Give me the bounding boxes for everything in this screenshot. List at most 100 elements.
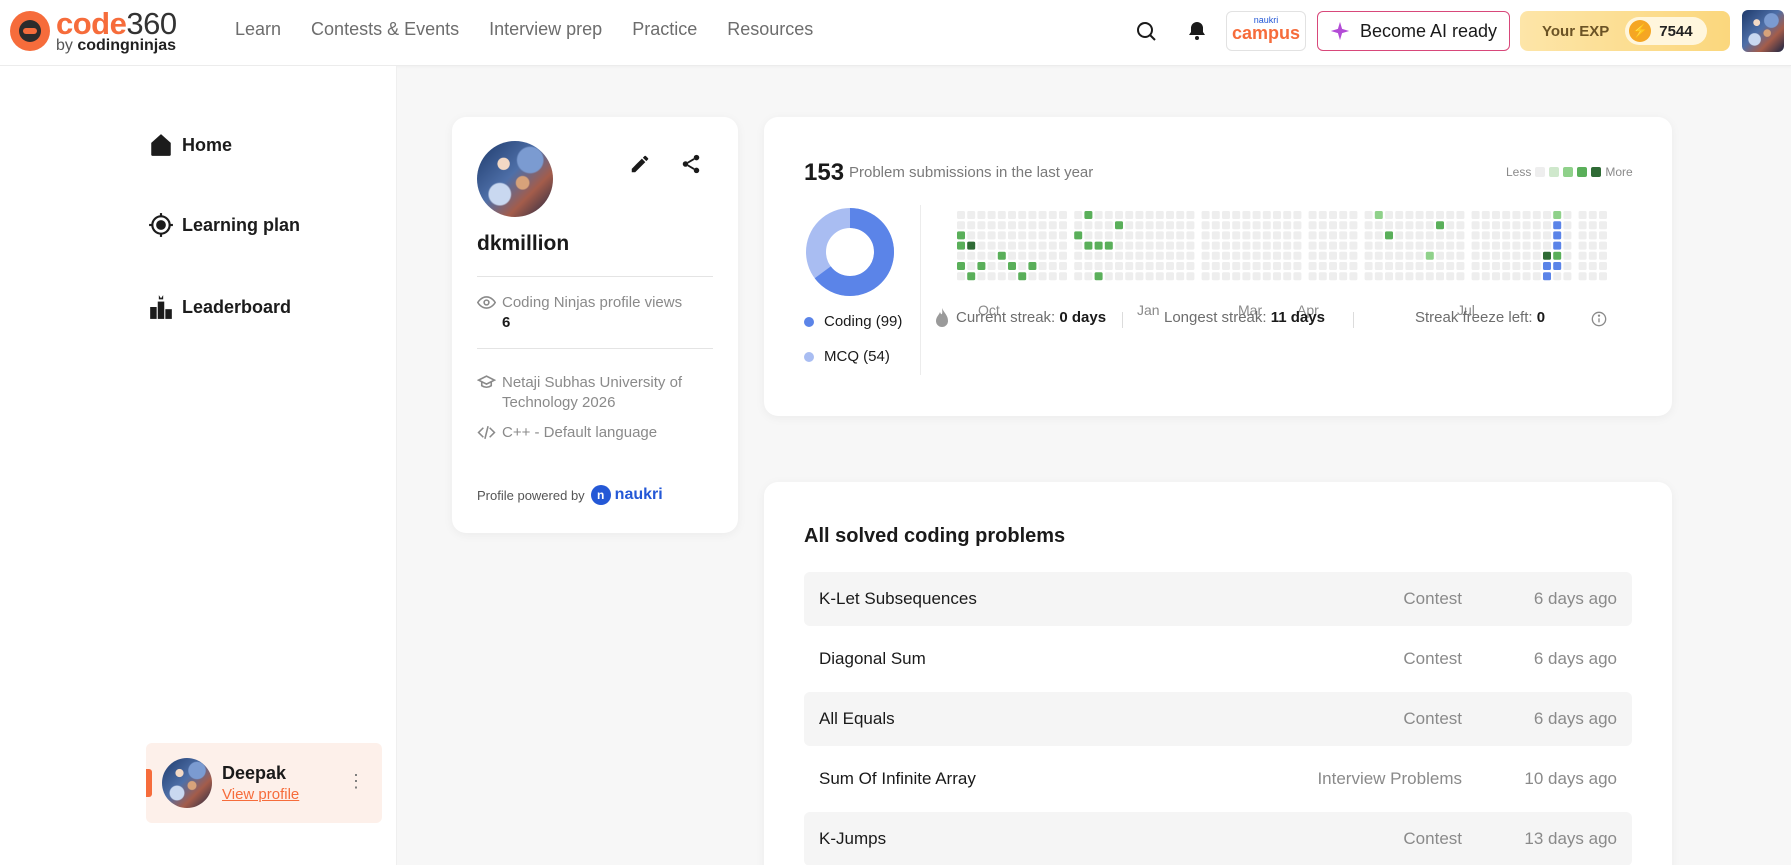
heatmap-cell [1186,241,1195,250]
profile-avatar [477,141,553,217]
heatmap-cell [1252,251,1261,260]
more-options-icon[interactable]: ⋮ [347,771,365,792]
heatmap-cell [1599,211,1607,219]
heatmap-cell [1104,231,1113,240]
naukri-campus-button[interactable]: naukri campus [1226,11,1306,51]
heatmap-cell [1125,241,1134,250]
heatmap-cell [1115,221,1123,230]
heatmap-cell [1293,251,1302,260]
heatmap-cell [1115,211,1123,219]
heatmap-cell [1329,231,1337,240]
submissions-count: 153 [804,159,845,186]
heatmap-cell [1262,251,1271,260]
problem-time: 6 days ago [1533,649,1617,668]
pencil-icon[interactable] [629,153,651,175]
heatmap-cell [1481,221,1490,230]
heatmap-cell [1145,221,1154,230]
sidebar-item-learning-plan[interactable]: Learning plan [148,212,300,238]
heatmap-cell [1385,221,1393,230]
nav-learn[interactable]: Learn [235,19,281,40]
sidebar-item-label: Home [182,134,233,155]
heatmap-cell [997,251,1006,260]
search-icon[interactable] [1134,19,1158,43]
heatmap-cell [1339,241,1348,250]
code360-logo[interactable]: code360 by codingninjas [10,8,177,54]
heatmap-cell [1094,272,1103,281]
heatmap-cell [1543,241,1551,250]
heatmap-cell [1283,251,1292,260]
legend-more-text: More [1605,165,1633,179]
heatmap-cell [1145,251,1154,260]
heatmap-cell [1293,211,1302,219]
nav-interview-prep[interactable]: Interview prep [489,19,602,40]
heatmap-cell [1008,221,1016,230]
heatmap-cell [1262,221,1271,230]
heatmap-cell [1471,251,1480,260]
view-profile-link[interactable]: View profile [222,786,299,803]
table-row[interactable]: Sum Of Infinite Array Interview Problems… [804,752,1632,806]
heatmap-cell [1385,241,1393,250]
heatmap-cell [1038,221,1047,230]
heatmap-cell [1481,262,1490,270]
heatmap-cell [1588,241,1597,250]
naukri-logo[interactable]: n naukri [590,485,663,505]
heatmap-cell [1222,241,1230,250]
heatmap-cell [1563,251,1572,260]
bell-icon[interactable] [1185,19,1209,43]
heatmap-cell [1252,262,1261,270]
heatmap-cell [987,221,996,230]
ai-button-label: Become AI ready [1359,20,1498,41]
heatmap-cell [1329,251,1337,260]
exp-badge[interactable]: Your EXP ⚡ 7544 [1520,11,1730,51]
sidebar-item-home[interactable]: Home [148,132,232,158]
campus-text: campus [1231,23,1301,43]
heatmap-cell [1374,241,1383,250]
heatmap-cell [1048,241,1057,250]
heatmap-cell [1318,211,1327,219]
language-text: C++ - Default language [502,424,658,441]
heatmap-cell [1553,221,1562,230]
heatmap-cell [1471,241,1480,250]
heatmap-cell [1059,211,1067,219]
table-row[interactable]: All Equals Contest 6 days ago [804,692,1632,746]
heatmap-cell [987,251,996,260]
mcq-legend: MCQ (54) [804,348,890,365]
heatmap-cell [1308,262,1317,270]
heatmap-cell [1242,231,1251,240]
heatmap-cell [1364,231,1373,240]
nav-resources[interactable]: Resources [727,19,813,40]
heatmap-cell [1436,251,1444,260]
heatmap-cell [1166,272,1174,281]
table-row[interactable]: Diagonal Sum Contest 6 days ago [804,632,1632,686]
share-icon[interactable] [680,153,702,175]
heatmap-cell [1232,272,1241,281]
heatmap-cell [1059,262,1067,270]
user-avatar[interactable] [1742,10,1784,52]
heatmap-cell [1115,262,1123,270]
heatmap-cell [1599,262,1607,270]
nav-contests-events[interactable]: Contests & Events [311,19,459,40]
month-label: Jan [1137,302,1160,318]
heatmap-cell [1395,241,1404,250]
sidebar-user-card[interactable]: Deepak View profile ⋮ [146,743,382,823]
table-row[interactable]: K-Let Subsequences Contest 6 days ago [804,572,1632,626]
submission-heatmap [957,211,1607,281]
heatmap-cell [977,272,986,281]
heatmap-cell [1364,221,1373,230]
become-ai-ready-button[interactable]: Become AI ready [1317,11,1510,51]
heatmap-cell [1201,262,1210,270]
heatmap-cell [1385,272,1393,281]
table-row[interactable]: K-Jumps Contest 13 days ago [804,812,1632,865]
heatmap-cell [957,262,965,270]
heatmap-cell [1222,231,1230,240]
exp-label: Your EXP [1542,22,1610,40]
heatmap-cell [1492,221,1500,230]
heatmap-cell [1166,241,1174,250]
heatmap-cell [1588,211,1597,219]
heatmap-cell [967,221,976,230]
heatmap-cell [1446,272,1455,281]
info-icon[interactable] [1591,311,1607,327]
nav-practice[interactable]: Practice [632,19,697,40]
sidebar-item-leaderboard[interactable]: Leaderboard [148,294,291,320]
heatmap-cell [1293,262,1302,270]
